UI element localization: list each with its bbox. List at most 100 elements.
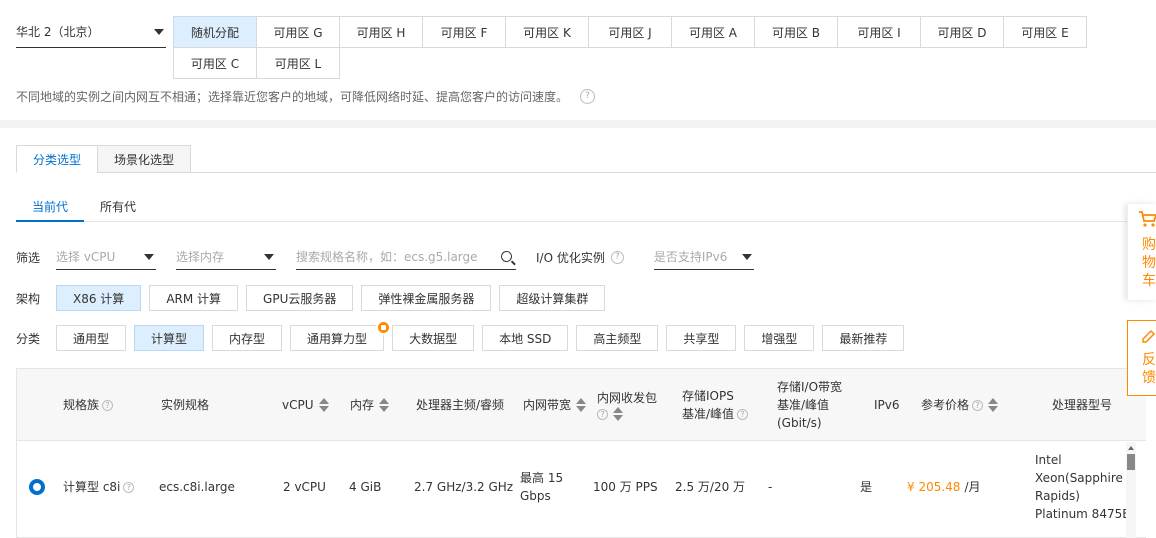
- feedback-widget[interactable]: 反馈: [1127, 320, 1156, 396]
- zone-button-j[interactable]: 可用区 J: [588, 16, 672, 48]
- row-select-radio[interactable]: [29, 442, 45, 532]
- category-label: 分类: [16, 331, 41, 346]
- column-header-io-bandwidth: 存储I/O带宽 基准/峰值 (Gbit/s): [777, 369, 842, 441]
- column-header-pps[interactable]: 内网收发包 ?: [597, 369, 657, 441]
- cell-frequency: 2.7 GHz/3.2 GHz: [414, 480, 514, 494]
- sort-icon[interactable]: [988, 398, 999, 412]
- column-header-io-bandwidth-unit: (Gbit/s): [777, 416, 822, 430]
- column-header-io-bandwidth-sublabel: 基准/峰值: [777, 398, 830, 412]
- tab-all-generations[interactable]: 所有代: [84, 196, 152, 222]
- ipv6-select[interactable]: 是否支持IPv6: [653, 244, 754, 270]
- vcpu-select[interactable]: 选择 vCPU: [56, 244, 156, 270]
- category-general-button[interactable]: 通用型: [56, 325, 127, 351]
- category-shared-button[interactable]: 共享型: [666, 325, 737, 351]
- category-recommended-button[interactable]: 最新推荐: [822, 325, 905, 351]
- spec-search-placeholder: 搜索规格名称，如：ecs.g5.large: [296, 250, 478, 264]
- column-header-price[interactable]: 参考价格 ?: [921, 369, 999, 441]
- category-universal-label: 通用算力型: [307, 331, 368, 346]
- zone-selector: 随机分配 可用区 G 可用区 H 可用区 F 可用区 K 可用区 J 可用区 A…: [173, 16, 1087, 79]
- column-header-price-label: 参考价格: [921, 398, 970, 412]
- zone-button-d[interactable]: 可用区 D: [920, 16, 1004, 48]
- zone-button-h[interactable]: 可用区 H: [339, 16, 423, 48]
- help-icon[interactable]: ?: [580, 89, 596, 104]
- tab-category-selection[interactable]: 分类选型: [16, 145, 99, 173]
- column-header-family: 规格族 ?: [63, 369, 114, 441]
- cell-iops: 2.5 万/20 万: [675, 480, 746, 494]
- help-icon[interactable]: ?: [972, 399, 984, 411]
- arch-bare-metal-button[interactable]: 弹性裸金属服务器: [361, 285, 492, 311]
- architecture-row: 架构 X86 计算 ARM 计算 GPU云服务器 弹性裸金属服务器 超级计算集群: [16, 285, 613, 311]
- region-hint: 不同地域的实例之间内网互不相通；选择靠近您客户的地域，可降低网络时延、提高您客户…: [16, 88, 596, 105]
- zone-button-f[interactable]: 可用区 F: [422, 16, 506, 48]
- tab-current-generation[interactable]: 当前代: [16, 196, 85, 222]
- chevron-down-icon: [144, 253, 154, 260]
- zone-button-k[interactable]: 可用区 K: [505, 16, 589, 48]
- column-header-family-label: 规格族: [63, 398, 100, 412]
- category-compute-button[interactable]: 计算型: [134, 325, 205, 351]
- cell-family: 计算型 c8i ?: [63, 442, 135, 532]
- column-header-spec: 实例规格: [161, 398, 210, 412]
- selection-mode-tabs: 分类选型 场景化选型: [16, 145, 192, 173]
- memory-select[interactable]: 选择内存: [176, 244, 276, 270]
- zone-button-c[interactable]: 可用区 C: [173, 47, 257, 79]
- sort-icon[interactable]: [613, 407, 623, 421]
- instance-type-table: 规格族 ? 实例规格 vCPU 内存 处理器主频/睿频 内网带宽 内网收发包 ?…: [16, 368, 1146, 538]
- column-header-iops: 存储IOPS 基准/峰值 ?: [682, 369, 749, 441]
- spec-search-input[interactable]: 搜索规格名称，如：ecs.g5.large: [296, 244, 516, 270]
- category-local-ssd-button[interactable]: 本地 SSD: [482, 325, 569, 351]
- help-icon[interactable]: ?: [123, 481, 135, 493]
- cart-icon: [1139, 211, 1156, 227]
- zone-button-a[interactable]: 可用区 A: [671, 16, 755, 48]
- scroll-up-arrow-icon[interactable]: [1128, 446, 1134, 450]
- cell-io-bandwidth: -: [768, 480, 773, 494]
- sort-icon[interactable]: [576, 398, 587, 412]
- column-header-cpu-model: 处理器型号: [1052, 398, 1113, 412]
- chevron-down-icon: [154, 28, 164, 35]
- help-icon[interactable]: ?: [737, 408, 749, 420]
- category-enhanced-button[interactable]: 增强型: [744, 325, 815, 351]
- category-universal-button[interactable]: 通用算力型: [290, 320, 392, 351]
- category-big-data-button[interactable]: 大数据型: [392, 325, 475, 351]
- region-select[interactable]: 华北 2（北京）: [16, 16, 166, 48]
- edit-icon: [1142, 329, 1156, 343]
- table-row[interactable]: 计算型 c8i ? ecs.c8i.large 2 vCPU 4 GiB 2.7…: [17, 442, 1132, 538]
- zone-button-l[interactable]: 可用区 L: [256, 47, 340, 79]
- column-header-bandwidth[interactable]: 内网带宽: [523, 369, 587, 441]
- search-icon[interactable]: [501, 251, 512, 262]
- column-header-vcpu[interactable]: vCPU: [282, 369, 329, 441]
- cell-price-unit: /月: [964, 480, 981, 494]
- category-memory-button[interactable]: 内存型: [212, 325, 283, 351]
- zone-button-g[interactable]: 可用区 G: [256, 16, 340, 48]
- cell-bandwidth: 最高 15 Gbps: [520, 442, 563, 532]
- arch-x86-button[interactable]: X86 计算: [56, 285, 142, 311]
- feedback-label: 反馈: [1142, 352, 1156, 386]
- arch-supercomputing-button[interactable]: 超级计算集群: [499, 285, 606, 311]
- sort-icon[interactable]: [379, 398, 390, 412]
- io-optimized-filter[interactable]: I/O 优化实例 ?: [536, 249, 624, 266]
- zone-button-e[interactable]: 可用区 E: [1003, 16, 1087, 48]
- help-icon[interactable]: ?: [597, 408, 608, 420]
- zone-button-b[interactable]: 可用区 B: [754, 16, 838, 48]
- arch-gpu-button[interactable]: GPU云服务器: [246, 285, 354, 311]
- table-scrollbar[interactable]: [1126, 442, 1136, 538]
- scrollbar-thumb[interactable]: [1127, 454, 1135, 470]
- radio-selected-icon[interactable]: [29, 479, 45, 495]
- help-icon[interactable]: ?: [610, 250, 624, 264]
- cell-pps: 100 万 PPS: [593, 480, 658, 494]
- arch-arm-button[interactable]: ARM 计算: [149, 285, 239, 311]
- cell-vcpu: 2 vCPU: [283, 480, 326, 494]
- shopping-cart-widget[interactable]: 购物车: [1127, 204, 1156, 300]
- section-divider: [0, 120, 1156, 128]
- zone-button-random[interactable]: 随机分配: [173, 16, 257, 48]
- filter-row: 筛选 选择 vCPU 选择内存 搜索规格名称，如：ecs.g5.large I/…: [16, 244, 774, 270]
- cell-cpu-model-line: Platinum 8475B: [1035, 507, 1131, 521]
- zone-button-i[interactable]: 可用区 I: [837, 16, 921, 48]
- category-high-frequency-button[interactable]: 高主频型: [576, 325, 659, 351]
- cell-ipv6: 是: [860, 480, 873, 494]
- chevron-down-icon: [264, 253, 274, 260]
- column-header-memory[interactable]: 内存: [350, 369, 390, 441]
- sort-icon[interactable]: [318, 398, 329, 412]
- help-icon[interactable]: ?: [102, 399, 114, 411]
- tab-scenario-selection[interactable]: 场景化选型: [97, 145, 192, 173]
- column-header-ipv6: IPv6: [874, 398, 900, 412]
